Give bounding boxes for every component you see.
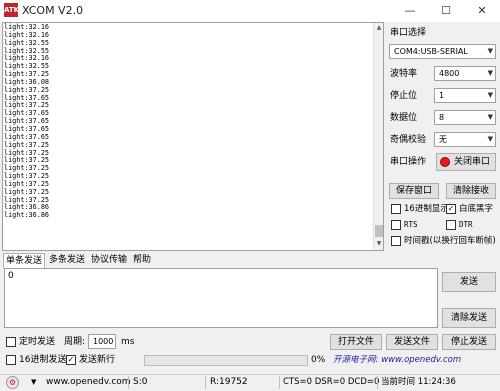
minimize-button[interactable]: —	[392, 0, 428, 22]
status-time: 当前时间 11:24:36	[381, 377, 456, 387]
checkmark-icon: ✓	[447, 204, 455, 213]
close-port-label: 关闭串口	[454, 157, 491, 167]
tab-single-send[interactable]: 单条发送	[3, 253, 46, 268]
chevron-down-icon: ▼	[487, 113, 493, 121]
rts-label: RTS	[404, 220, 418, 229]
stop-bits-value: 1	[439, 91, 445, 100]
stop-send-button[interactable]: 停止发送	[442, 334, 496, 350]
hex-send-checkbox[interactable]	[6, 355, 16, 365]
status-separator	[279, 376, 280, 389]
chevron-down-icon: ▼	[487, 91, 493, 99]
status-received-count: R:19752	[210, 377, 248, 387]
baud-label: 波特率	[390, 69, 418, 79]
parity-select[interactable]: 无 ▼	[434, 132, 496, 147]
timestamp-checkbox[interactable]	[391, 236, 401, 246]
status-dropdown-icon[interactable]: ▼	[31, 376, 36, 389]
status-sent-count: S:0	[133, 377, 148, 387]
baud-value: 4800	[439, 69, 460, 78]
receive-text: light:32.16 light:32.16 light:32.55 light:3…	[4, 23, 50, 220]
stop-bits-label: 停止位	[390, 91, 418, 101]
progress-text: 0%	[311, 355, 326, 365]
clear-receive-button[interactable]: 清除接收	[446, 183, 496, 199]
save-window-button[interactable]: 保存窗口	[389, 183, 439, 199]
send-button[interactable]: 发送	[442, 272, 496, 292]
dtr-label: DTR	[459, 220, 473, 229]
hex-display-checkbox[interactable]	[391, 204, 401, 214]
send-input[interactable]: 0	[4, 268, 438, 328]
scroll-down-icon[interactable]: ▼	[374, 239, 383, 249]
settings-gear-icon[interactable]: ⚙	[6, 376, 19, 389]
close-port-button[interactable]: 关闭串口	[436, 153, 496, 171]
send-progress-bar	[144, 355, 308, 366]
port-value: COM4:USB-SERIAL	[394, 47, 468, 56]
scroll-up-icon[interactable]: ▲	[374, 23, 383, 33]
baud-select[interactable]: 4800 ▼	[434, 66, 496, 81]
send-file-button[interactable]: 发送文件	[386, 334, 438, 350]
timed-send-label: 定时发送	[19, 337, 56, 347]
rts-checkbox[interactable]	[391, 220, 401, 230]
white-black-label: 白底黑字	[459, 204, 494, 214]
timestamp-label: 时间戳(以换行回车断帧)	[404, 236, 496, 246]
receive-line: light:36.86	[4, 211, 50, 220]
timed-send-checkbox[interactable]	[6, 337, 16, 347]
chevron-down-icon: ▼	[487, 69, 493, 77]
dtr-checkbox[interactable]	[446, 220, 456, 230]
parity-value: 无	[439, 135, 447, 144]
tab-help[interactable]: 帮助	[131, 253, 153, 268]
data-bits-label: 数据位	[390, 113, 418, 123]
port-status-icon	[440, 157, 450, 167]
close-button[interactable]: ✕	[464, 0, 500, 22]
white-black-checkbox[interactable]: ✓	[446, 204, 456, 214]
newline-checkbox[interactable]: ✓	[66, 355, 76, 365]
receive-area[interactable]: light:32.16 light:32.16 light:32.55 light:3…	[2, 22, 384, 251]
hex-display-label: 16进制显示	[404, 204, 449, 214]
stop-bits-select[interactable]: 1 ▼	[434, 88, 496, 103]
period-unit: ms	[121, 337, 135, 347]
hex-send-label: 16进制发送	[19, 355, 67, 365]
maximize-button[interactable]: ☐	[428, 0, 464, 22]
window-title: XCOM V2.0	[22, 4, 84, 17]
status-url[interactable]: www.openedv.com	[46, 376, 131, 389]
newline-label: 发送新行	[79, 355, 116, 365]
status-separator	[128, 376, 129, 389]
period-input[interactable]: 1000	[88, 334, 116, 349]
checkmark-icon: ✓	[67, 355, 75, 364]
site-link[interactable]: 开源电子网: www.openedv.com	[333, 354, 461, 366]
scroll-thumb[interactable]	[375, 225, 383, 237]
status-separator	[205, 376, 206, 389]
port-select[interactable]: COM4:USB-SERIAL ▼	[389, 44, 496, 59]
port-op-label: 串口操作	[390, 157, 427, 167]
status-lines: CTS=0 DSR=0 DCD=0	[283, 377, 380, 387]
period-label: 周期:	[64, 337, 86, 347]
title-bar: ATK XCOM V2.0 — ☐ ✕	[0, 0, 500, 22]
tab-protocol[interactable]: 协议传输	[89, 253, 129, 268]
chevron-down-icon: ▼	[487, 47, 493, 55]
status-separator	[377, 376, 378, 389]
data-bits-select[interactable]: 8 ▼	[434, 110, 496, 125]
data-bits-value: 8	[439, 113, 445, 122]
receive-scrollbar[interactable]: ▲ ▼	[373, 23, 383, 250]
parity-label: 奇偶校验	[390, 135, 427, 145]
tab-multi-send[interactable]: 多条发送	[47, 253, 87, 268]
clear-send-button[interactable]: 清除发送	[442, 308, 496, 328]
port-label: 串口选择	[390, 28, 427, 38]
chevron-down-icon: ▼	[487, 135, 493, 143]
open-file-button[interactable]: 打开文件	[330, 334, 382, 350]
send-text: 0	[8, 271, 14, 281]
app-icon: ATK	[4, 3, 19, 17]
